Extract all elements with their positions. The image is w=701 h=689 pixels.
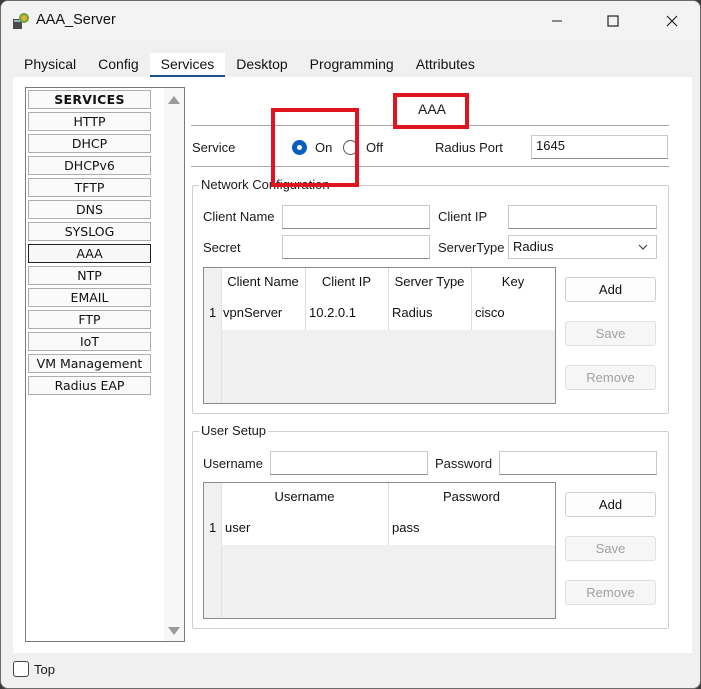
close-icon (666, 15, 678, 27)
save-client-button[interactable]: Save (565, 321, 656, 346)
service-divider (191, 166, 669, 167)
server-type-header[interactable]: Server Type (388, 274, 471, 289)
maximize-icon (607, 15, 619, 27)
client-row-server-type[interactable]: Radius (392, 305, 432, 320)
server-type-select[interactable]: Radius (508, 235, 657, 259)
server-type-label: ServerType (438, 240, 505, 255)
add-user-button[interactable]: Add (565, 492, 656, 517)
password-input[interactable] (499, 451, 657, 475)
service-item-radius-eap[interactable]: Radius EAP (28, 376, 151, 395)
service-item-email[interactable]: EMAIL (28, 288, 151, 307)
top-checkbox[interactable] (13, 661, 29, 677)
maximize-button[interactable] (585, 1, 641, 41)
secret-label: Secret (203, 240, 241, 255)
services-scrollbar[interactable] (164, 88, 184, 641)
tab-physical[interactable]: Physical (13, 53, 87, 77)
client-row-index: 1 (209, 305, 217, 320)
services-list: SERVICES HTTP DHCP DHCPv6 TFTP DNS SYSLO… (25, 87, 185, 642)
services-content: SERVICES HTTP DHCP DHCPv6 TFTP DNS SYSLO… (13, 77, 692, 653)
client-row-key[interactable]: cisco (475, 305, 505, 320)
client-name-label: Client Name (203, 209, 275, 224)
service-item-iot[interactable]: IoT (28, 332, 151, 351)
aaa-heading-highlight (393, 93, 469, 129)
tab-desktop[interactable]: Desktop (225, 53, 298, 77)
title-bar[interactable]: AAA_Server (1, 1, 700, 41)
tab-attributes[interactable]: Attributes (405, 53, 486, 77)
user-row-username[interactable]: user (225, 520, 250, 535)
password-label: Password (435, 456, 493, 471)
service-item-vm-management[interactable]: VM Management (28, 354, 151, 373)
chevron-down-icon (638, 244, 648, 250)
top-label: Top (34, 662, 55, 677)
service-item-aaa[interactable]: AAA (28, 244, 151, 263)
user-table: Username Password 1 user pass (203, 482, 556, 619)
save-user-button[interactable]: Save (565, 536, 656, 561)
service-off-label: Off (366, 140, 384, 155)
service-item-tftp[interactable]: TFTP (28, 178, 151, 197)
client-name-header[interactable]: Client Name (221, 274, 305, 289)
client-ip-input[interactable] (508, 205, 657, 229)
secret-input[interactable] (282, 235, 430, 259)
user-row-password[interactable]: pass (392, 520, 419, 535)
username-header[interactable]: Username (221, 489, 388, 504)
service-item-ftp[interactable]: FTP (28, 310, 151, 329)
service-item-ntp[interactable]: NTP (28, 266, 151, 285)
window-title: AAA_Server (36, 12, 116, 28)
client-ip-header[interactable]: Client IP (305, 274, 388, 289)
minimize-icon (552, 20, 562, 22)
password-header[interactable]: Password (388, 489, 555, 504)
radius-port-label: Radius Port (435, 140, 503, 155)
service-item-dns[interactable]: DNS (28, 200, 151, 219)
key-header[interactable]: Key (471, 274, 555, 289)
service-item-dhcp[interactable]: DHCP (28, 134, 151, 153)
bottom-bar: Top (1, 653, 700, 688)
client-row-ip[interactable]: 10.2.0.1 (309, 305, 356, 320)
service-item-syslog[interactable]: SYSLOG (28, 222, 151, 241)
tab-services[interactable]: Services (149, 53, 226, 77)
tab-programming[interactable]: Programming (299, 53, 405, 77)
minimize-button[interactable] (529, 1, 585, 41)
service-on-highlight (271, 108, 359, 187)
aaa-panel: AAA Service On Off Radius Port 1645 Netw… (191, 77, 691, 653)
server-app-icon (13, 13, 29, 29)
user-row-index: 1 (209, 520, 217, 535)
user-setup-title: User Setup (199, 423, 269, 438)
add-client-button[interactable]: Add (565, 277, 656, 302)
close-button[interactable] (644, 1, 700, 41)
username-input[interactable] (270, 451, 428, 475)
tab-config[interactable]: Config (87, 53, 149, 77)
remove-client-button[interactable]: Remove (565, 365, 656, 390)
client-name-input[interactable] (282, 205, 430, 229)
service-item-dhcpv6[interactable]: DHCPv6 (28, 156, 151, 175)
client-table: Client Name Client IP Server Type Key 1 … (203, 267, 556, 404)
services-header: SERVICES (28, 90, 151, 109)
service-label: Service (192, 140, 236, 155)
service-item-http[interactable]: HTTP (28, 112, 151, 131)
client-ip-label: Client IP (438, 209, 488, 224)
app-window: AAA_Server Physical Config Services Desk… (0, 0, 701, 689)
server-type-value: Radius (513, 239, 554, 254)
scroll-up-icon[interactable] (168, 96, 180, 104)
remove-user-button[interactable]: Remove (565, 580, 656, 605)
tab-bar: Physical Config Services Desktop Program… (13, 53, 486, 77)
scroll-down-icon[interactable] (168, 627, 180, 635)
radius-port-input[interactable]: 1645 (531, 135, 668, 159)
client-row-name[interactable]: vpnServer (223, 305, 282, 320)
username-label: Username (203, 456, 263, 471)
